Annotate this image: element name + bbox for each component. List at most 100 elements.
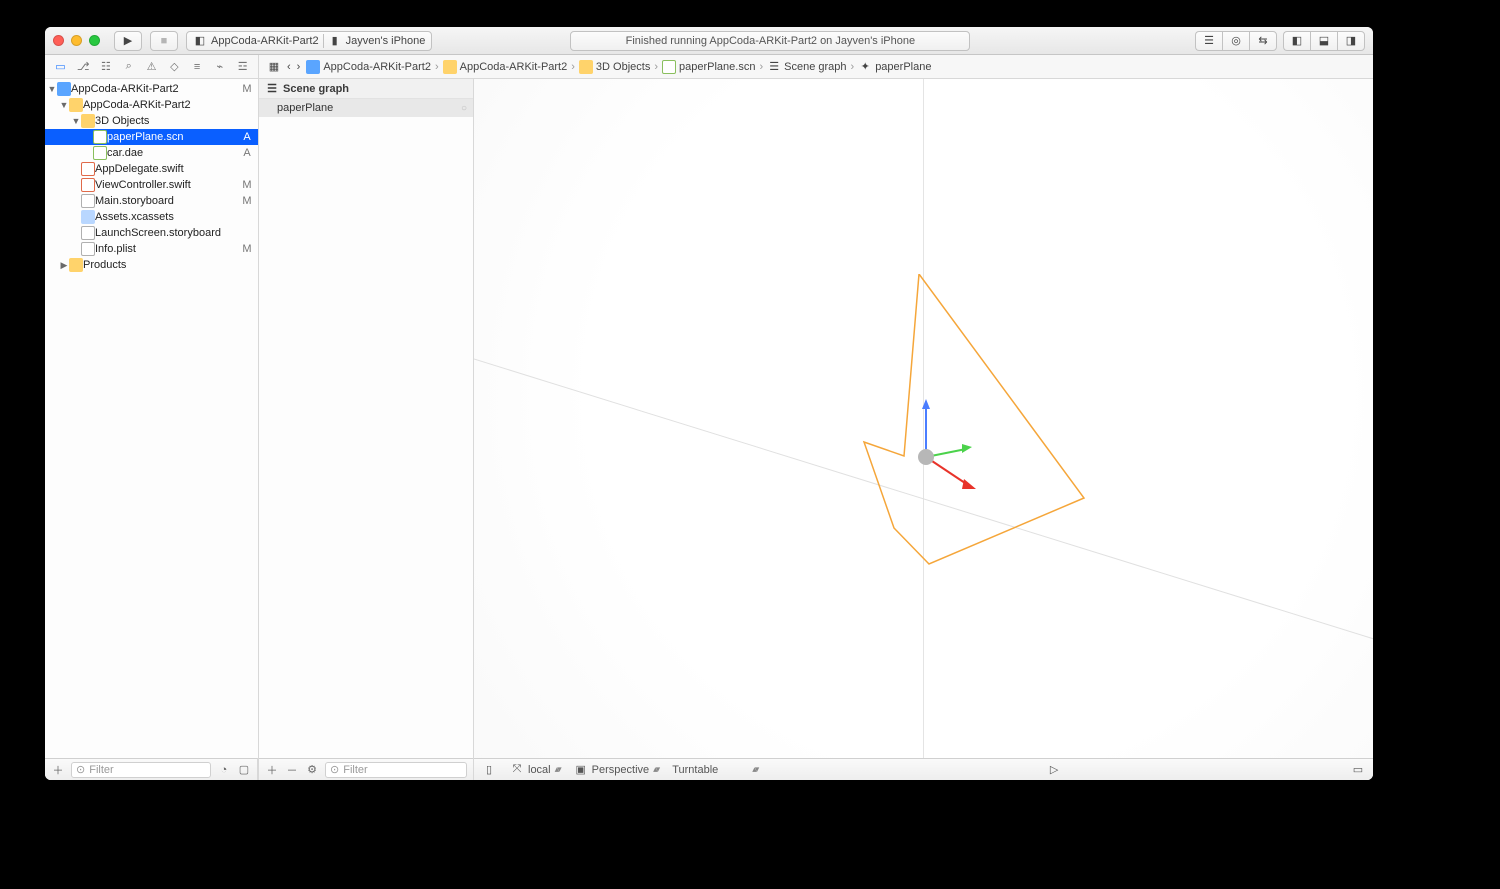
scm-filter-button[interactable]: ▢ [237,763,251,777]
play-preview-button[interactable]: ▷ [1047,763,1061,777]
run-button[interactable]: ▶ [114,31,142,51]
scene-viewport[interactable]: ▯ ⤧ local ▴▾ ▣ Perspective ▴▾ Turntable … [474,79,1373,780]
camera-icon: ▣ [574,763,588,777]
file-name: Main.storyboard [95,195,240,207]
outline-toggle-button[interactable]: ▯ [482,763,496,777]
chevron-right-icon: › [759,61,763,73]
disclosure-triangle-icon[interactable]: ▼ [71,116,81,126]
scheme-selector[interactable]: ◧ AppCoda-ARKit-Part2 ▮ Jayven's iPhone [186,31,432,51]
scene-graph-item[interactable]: paperPlane ○ [259,99,473,117]
tree-project-row[interactable]: ▼ AppCoda-ARKit-Part2 M [45,81,258,97]
source-control-navigator-tab[interactable]: ⎇ [72,55,95,79]
chevron-updown-icon: ▴▾ [555,764,560,775]
project-icon [306,60,320,74]
tree-folder-row[interactable]: ▶ Products [45,257,258,273]
tree-folder-row[interactable]: ▼ 3D Objects [45,113,258,129]
file-name: LaunchScreen.storyboard [95,227,240,239]
breadcrumb-item[interactable]: 3D Objects [577,60,652,74]
recent-filter-button[interactable]: ◔ [217,763,231,777]
axis-icon: ⤧ [510,763,524,777]
project-tree[interactable]: ▼ AppCoda-ARKit-Part2 M ▼ AppCoda-ARKit-… [45,79,258,758]
editor-version-button[interactable]: ⇆ [1249,31,1277,51]
gear-button[interactable]: ⚙ [305,763,319,777]
tree-file-row[interactable]: Assets.xcassets [45,209,258,225]
breadcrumb-label: 3D Objects [596,61,650,73]
project-name: AppCoda-ARKit-Part2 [71,83,240,95]
issue-navigator-tab[interactable]: ⚠ [140,55,163,79]
scm-status: M [240,195,254,207]
debug-navigator-tab[interactable]: ≡ [186,55,209,79]
zoom-window-button[interactable] [89,35,100,46]
symbol-navigator-tab[interactable]: ☷ [95,55,118,79]
breadcrumb-label: AppCoda-ARKit-Part2 [460,61,568,73]
bottom-panel-icon: ⬓ [1317,34,1331,48]
project-navigator-tab[interactable]: ▭ [49,55,72,79]
file-name: AppDelegate.swift [95,163,240,175]
scene-graph-bottom-bar: ＋ － ⚙ ⊙ Filter [259,758,473,780]
chevron-right-icon: › [851,61,855,73]
editor-assistant-button[interactable]: ◎ [1222,31,1249,51]
interaction-selector[interactable]: Turntable ▴▾ [672,764,757,776]
folder-icon [69,98,83,112]
chevron-updown-icon: ▴▾ [653,764,658,775]
navigator-filter[interactable]: ⊙ Filter [71,762,211,778]
play-icon: ▶ [121,34,135,48]
scm-status: M [240,179,254,191]
folder-icon [69,258,83,272]
breadcrumb-item[interactable]: ☰Scene graph [765,60,848,74]
add-button[interactable]: ＋ [265,763,279,777]
lines-icon: ☰ [1202,34,1216,48]
tree-file-row[interactable]: Main.storyboard M [45,193,258,209]
axis-gizmo[interactable] [906,397,986,497]
breadcrumb-item[interactable]: paperPlane.scn [660,60,757,74]
go-forward-button[interactable]: › [295,61,303,73]
breakpoint-navigator-tab[interactable]: ⌁ [208,55,231,79]
grid-icon: ▦ [267,60,281,74]
minimize-window-button[interactable] [71,35,82,46]
report-navigator-tab[interactable]: ☲ [231,55,254,79]
filter-placeholder: Filter [343,764,367,776]
go-back-button[interactable]: ‹ [285,61,293,73]
breadcrumb-item[interactable]: ✦paperPlane [856,60,933,74]
left-panel-icon: ◧ [1290,34,1304,48]
find-navigator-tab[interactable]: ⌕ [117,55,140,79]
disclosure-triangle-icon[interactable]: ▼ [59,100,69,110]
related-items-button[interactable]: ▦ [265,60,283,74]
projection-selector[interactable]: ▣ Perspective ▴▾ [574,763,659,777]
tree-file-row[interactable]: Info.plist M [45,241,258,257]
scene-graph-list[interactable]: paperPlane ○ [259,99,473,758]
tree-file-row[interactable]: LaunchScreen.storyboard [45,225,258,241]
tag-icon: ⌁ [213,60,227,74]
remove-button[interactable]: － [285,763,299,777]
folder-icon [579,60,593,74]
hierarchy-icon: ☷ [99,60,113,74]
scene-filter[interactable]: ⊙ Filter [325,762,467,778]
tree-file-row[interactable]: car.dae A [45,145,258,161]
chevron-right-icon: › [435,61,439,73]
test-navigator-tab[interactable]: ◇ [163,55,186,79]
filter-placeholder: Filter [89,764,113,776]
node-icon: ✦ [858,60,872,74]
breadcrumb-item[interactable]: AppCoda-ARKit-Part2 [441,60,570,74]
tree-folder-row[interactable]: ▼ AppCoda-ARKit-Part2 [45,97,258,113]
tree-file-row[interactable]: paperPlane.scn A [45,129,258,145]
toggle-debug-button[interactable]: ⬓ [1310,31,1337,51]
breadcrumb-item[interactable]: AppCoda-ARKit-Part2 [304,60,433,74]
list-icon: ☲ [236,60,250,74]
expand-button[interactable]: ▭ [1351,763,1365,777]
close-window-button[interactable] [53,35,64,46]
projection-label: Perspective [592,764,649,776]
stop-button[interactable]: ■ [150,31,178,51]
add-button[interactable]: ＋ [51,763,65,777]
editor-standard-button[interactable]: ☰ [1195,31,1222,51]
disclosure-triangle-icon[interactable]: ▼ [47,84,57,94]
visibility-icon[interactable]: ○ [461,103,467,114]
coord-space-selector[interactable]: ⤧ local ▴▾ [510,763,560,777]
toggle-utilities-button[interactable]: ◨ [1337,31,1365,51]
tree-file-row[interactable]: ViewController.swift M [45,177,258,193]
toggle-navigator-button[interactable]: ◧ [1283,31,1310,51]
disclosure-triangle-icon[interactable]: ▶ [59,260,69,271]
search-icon: ⌕ [122,60,136,74]
tree-file-row[interactable]: AppDelegate.swift [45,161,258,177]
diamond-icon: ◇ [167,60,181,74]
